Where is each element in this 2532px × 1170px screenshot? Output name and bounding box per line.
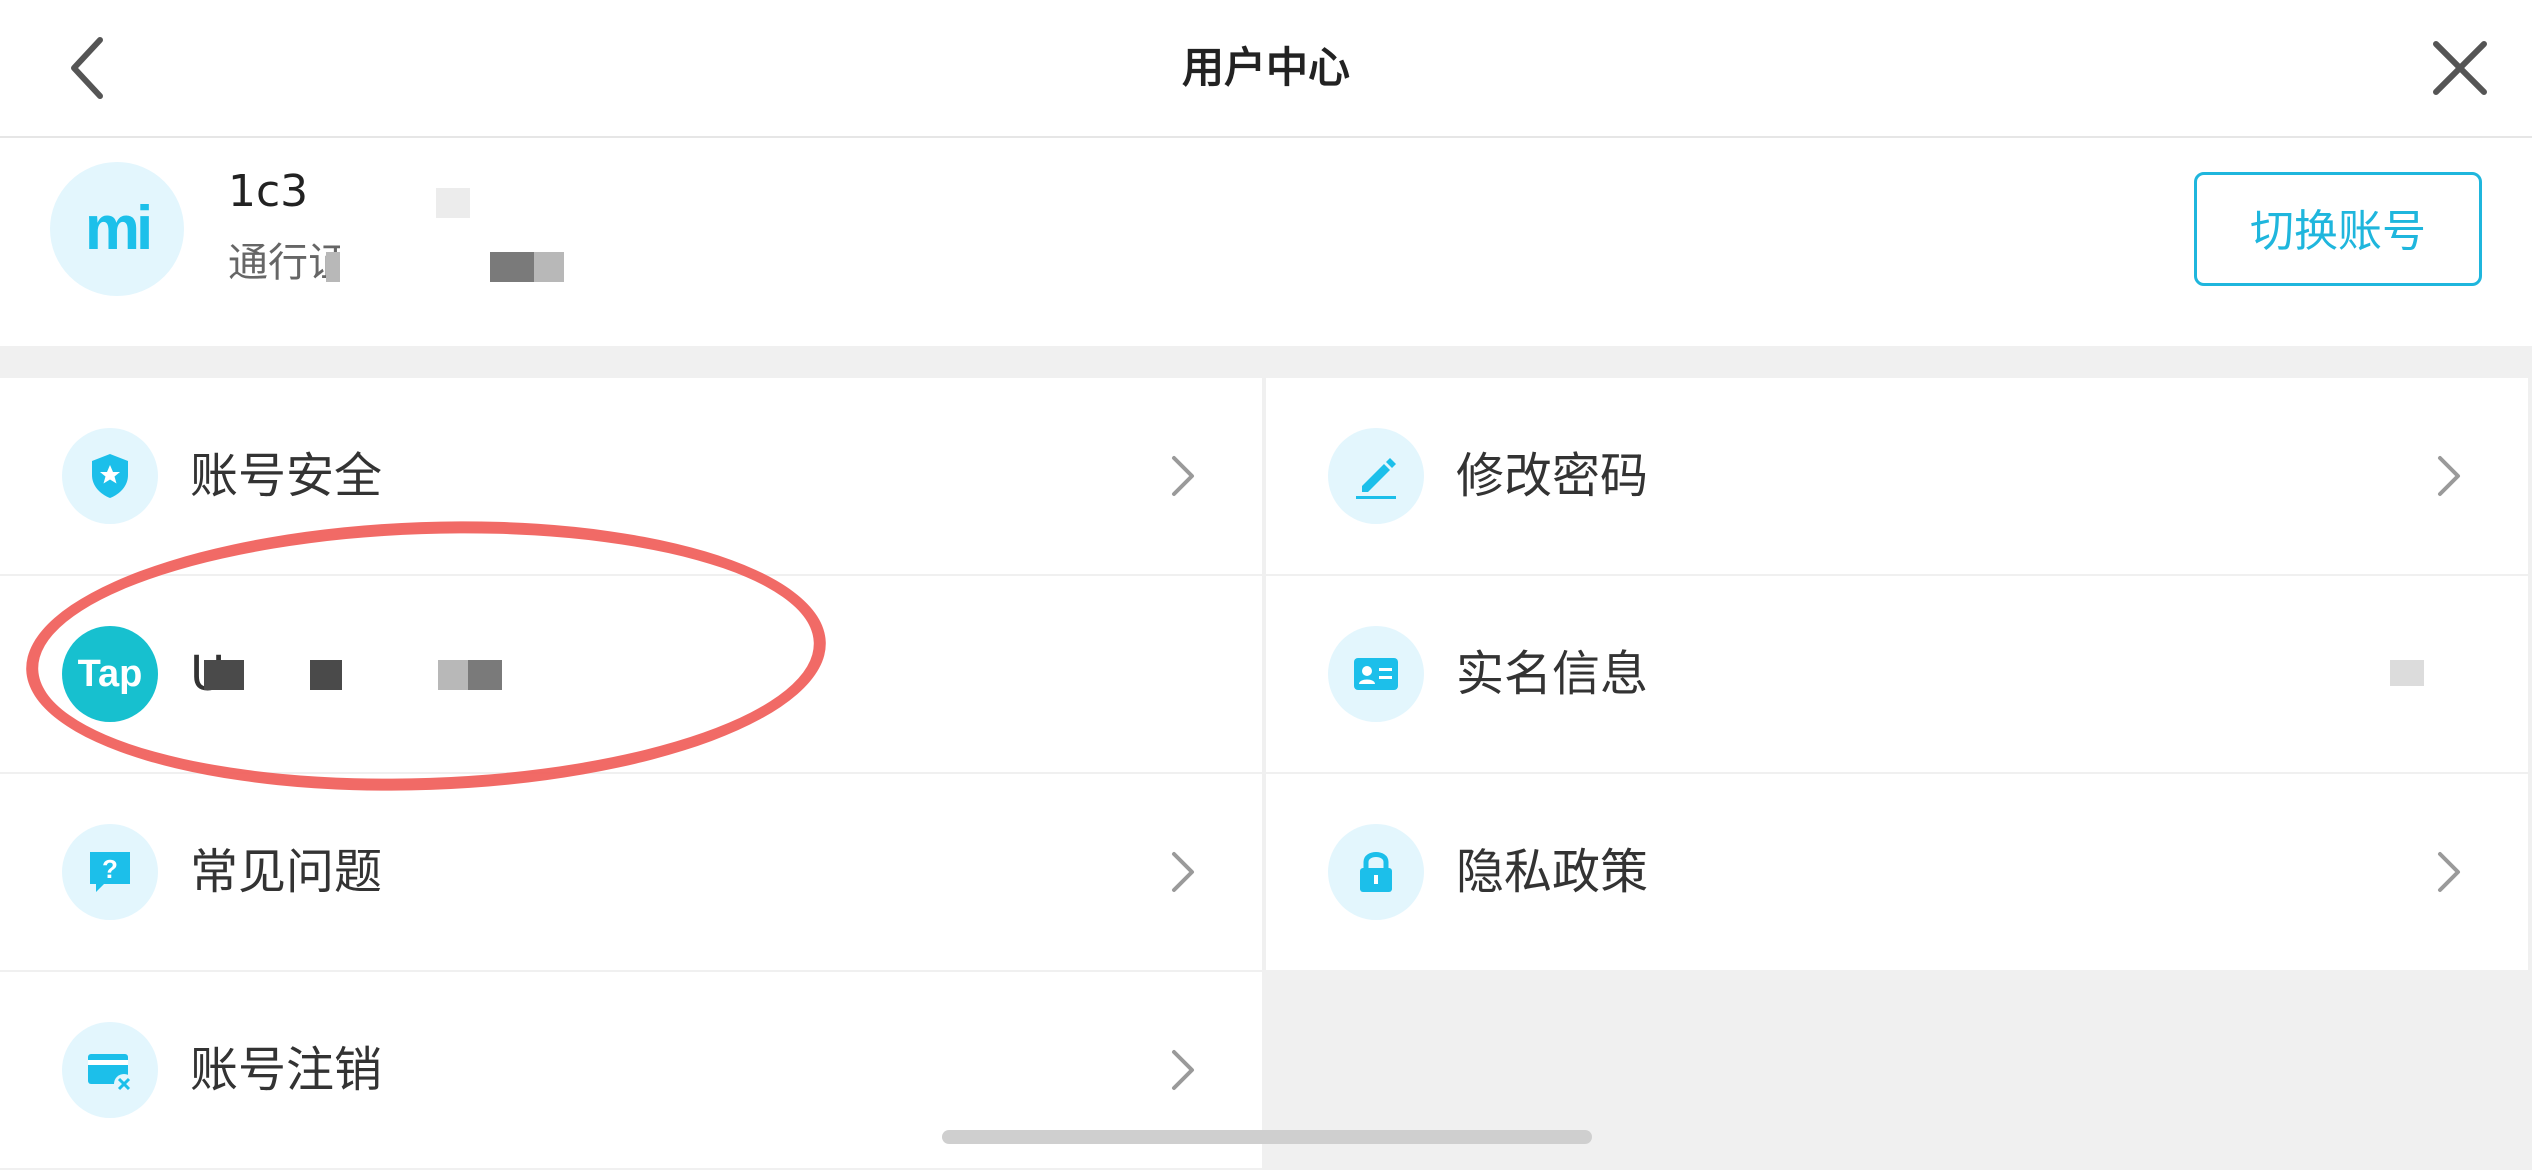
id-card-icon <box>1328 626 1424 722</box>
privacy-mask <box>436 188 470 218</box>
menu-item-label: 常见问题 <box>190 844 383 900</box>
chevron-right-icon <box>1172 1050 1194 1090</box>
chevron-right-icon <box>1172 456 1194 496</box>
privacy-mask <box>534 252 564 282</box>
privacy-mask <box>2390 660 2424 686</box>
menu-item-faq[interactable]: ? 常见问题 <box>0 774 1262 970</box>
shield-star-icon <box>62 428 158 524</box>
home-indicator[interactable] <box>942 1130 1592 1144</box>
privacy-mask <box>326 252 340 282</box>
lock-icon <box>1328 824 1424 920</box>
menu-item-real-name-info[interactable]: 实名信息 <box>1266 576 2528 772</box>
top-bar: 用户中心 <box>0 0 2532 138</box>
svg-text:?: ? <box>102 854 118 884</box>
avatar: mi <box>50 162 184 296</box>
menu-item-label: 账号注销 <box>190 1042 383 1098</box>
privacy-mask <box>490 252 534 282</box>
menu-item-label: 隐私政策 <box>1456 844 1649 900</box>
switch-account-button[interactable]: 切换账号 <box>2194 172 2482 286</box>
card-cancel-icon <box>62 1022 158 1118</box>
page-title: 用户中心 <box>1181 43 1350 92</box>
menu-item-privacy-policy[interactable]: 隐私政策 <box>1266 774 2528 970</box>
close-icon[interactable] <box>2428 36 2492 100</box>
menu-item-label: 修改密码 <box>1456 448 1649 504</box>
chevron-right-icon <box>2438 456 2460 496</box>
question-bubble-icon: ? <box>62 824 158 920</box>
chevron-right-icon <box>2438 852 2460 892</box>
user-id: 1c3 <box>228 166 309 217</box>
pencil-icon <box>1328 428 1424 524</box>
menu-item-label: 实名信息 <box>1456 646 1649 702</box>
privacy-mask <box>340 138 640 346</box>
menu-item-change-password[interactable]: 修改密码 <box>1266 378 2528 574</box>
user-info-card: mi 1c3 通行证 切换账号 <box>0 138 2532 346</box>
chevron-right-icon <box>1172 852 1194 892</box>
